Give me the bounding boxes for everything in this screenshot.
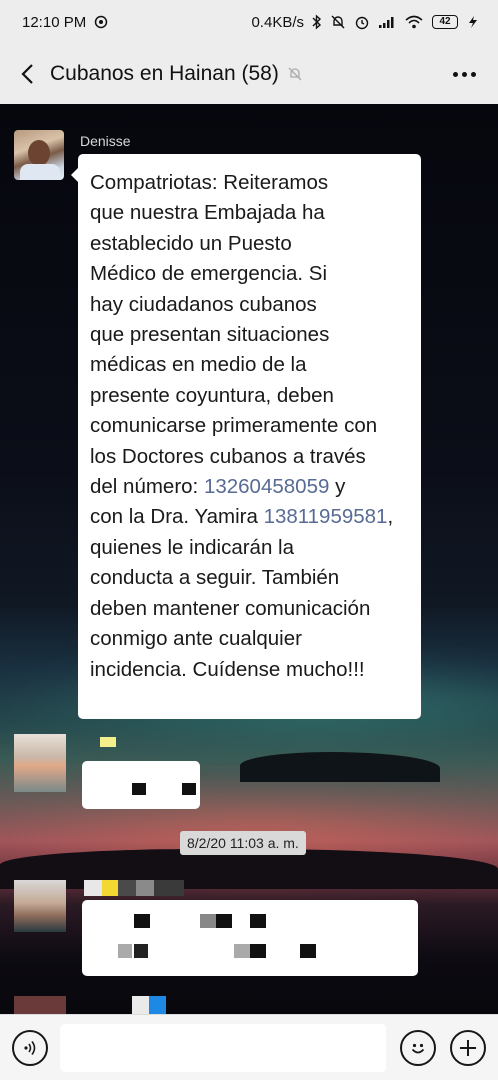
phone-link[interactable]: 13260458059 [204, 475, 329, 498]
more-dots-icon[interactable] [449, 66, 480, 83]
message-input[interactable] [60, 1023, 386, 1072]
redacted-message [82, 900, 418, 976]
chat-area[interactable]: Denisse Compatriotas: Reiteramos que nue… [0, 104, 498, 1014]
notification-dot-icon [94, 15, 108, 29]
bluetooth-icon [312, 14, 322, 30]
emoji-icon[interactable] [400, 1029, 436, 1066]
signal-icon [378, 15, 396, 29]
redacted-avatar [14, 996, 66, 1014]
redacted-message [82, 761, 200, 809]
mountain-silhouette [0, 849, 498, 889]
phone-link[interactable]: 13811959581 [264, 505, 388, 528]
redacted-avatar [14, 734, 66, 792]
voice-icon[interactable] [12, 1029, 48, 1066]
status-right: 0.4KB/s 42 [251, 14, 480, 31]
redacted-name [84, 880, 184, 896]
chat-header: Cubanos en Hainan (58) [0, 44, 498, 104]
charging-icon [466, 15, 480, 29]
wifi-icon [404, 15, 424, 29]
alarm-icon [354, 14, 370, 30]
network-speed: 0.4KB/s [251, 13, 304, 31]
sender-name: Denisse [80, 133, 131, 149]
chat-title: Cubanos en Hainan (58) [50, 62, 279, 85]
clock: 12:10 PM [22, 13, 87, 31]
redacted-name [132, 996, 166, 1014]
battery-icon: 42 [432, 15, 458, 29]
plus-icon[interactable] [450, 1029, 486, 1066]
mountain-silhouette [240, 752, 440, 782]
chevron-left-icon[interactable] [14, 61, 40, 87]
input-bar [0, 1014, 498, 1080]
status-bar: 12:10 PM 0.4KB/s 42 [0, 0, 498, 44]
muted-bell-icon [287, 66, 303, 82]
redacted-avatar [14, 880, 66, 932]
timestamp: 8/2/20 11:03 a. m. [180, 831, 306, 855]
avatar[interactable] [14, 130, 64, 180]
mute-bell-icon [330, 14, 346, 30]
message-text: Compatriotas: Reiteramos que nuestra Emb… [90, 171, 394, 681]
redacted-name [100, 737, 116, 747]
message-bubble[interactable]: Compatriotas: Reiteramos que nuestra Emb… [71, 154, 421, 719]
status-left: 12:10 PM [22, 14, 108, 31]
